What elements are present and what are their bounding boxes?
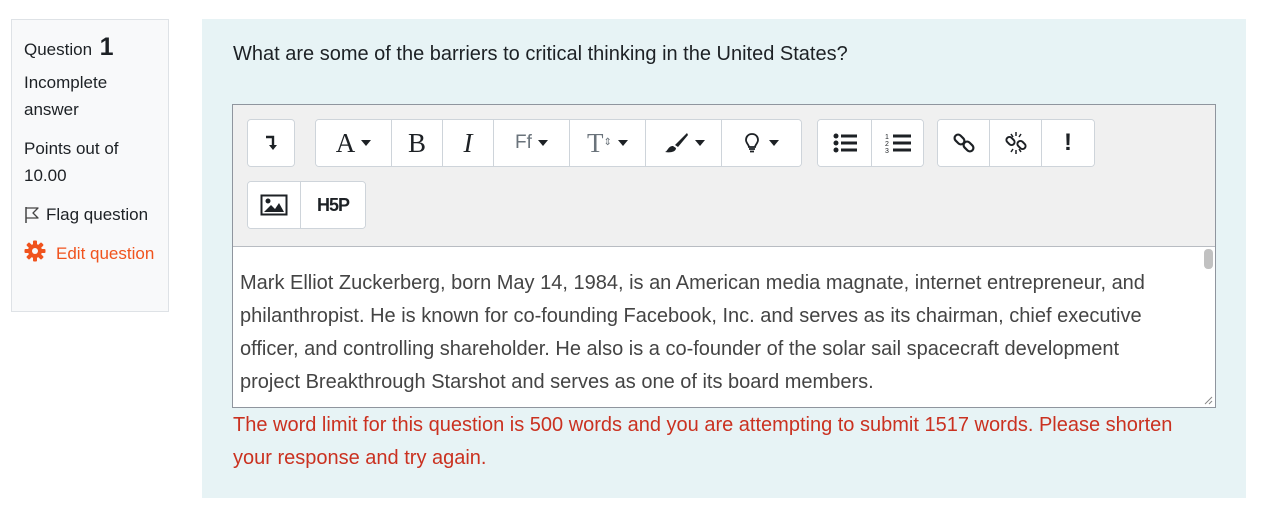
chevron-down-icon (694, 140, 705, 146)
font-family-icon: A (335, 127, 356, 158)
svg-text:2: 2 (885, 141, 889, 148)
ordered-list-button[interactable]: 1 2 3 (872, 120, 923, 166)
chevron-down-icon (537, 140, 548, 146)
question-number-heading: Question 1 (24, 34, 156, 63)
chevron-down-icon (361, 140, 372, 146)
toolbar-group-links: ! (937, 119, 1095, 167)
question-text: What are some of the barriers to critica… (233, 43, 848, 65)
unlink-button[interactable] (990, 120, 1042, 166)
question-formulation: What are some of the barriers to critica… (202, 19, 1246, 498)
bold-icon: B (407, 127, 426, 158)
link-button[interactable] (938, 120, 990, 166)
editor-toolbar: A B I Ff T ⇕ 1 2 3 ! H5P (233, 105, 1215, 247)
edit-question-link[interactable]: Edit question (24, 240, 156, 267)
question-label: Question (24, 40, 93, 59)
question-number: 1 (99, 33, 114, 61)
show-more-icon (266, 135, 277, 150)
answer-textarea[interactable]: Mark Elliot Zuckerberg, born May 14, 198… (233, 247, 1215, 407)
font-size-button[interactable]: T ⇕ (570, 120, 646, 166)
flag-question-button[interactable]: Flag question (24, 201, 156, 228)
link-icon (952, 133, 975, 153)
vertical-scrollbar[interactable] (1204, 249, 1213, 269)
size-arrows-icon: ⇕ (603, 137, 612, 148)
svg-text:1: 1 (885, 134, 889, 141)
accessibility-checker-icon: ! (1064, 129, 1072, 156)
text-editor: A B I Ff T ⇕ 1 2 3 ! H5P Mark Elliot Zuc… (232, 104, 1216, 408)
unordered-list-button[interactable] (818, 120, 872, 166)
h5p-icon: H5P (316, 194, 350, 215)
flag-question-label: Flag question (46, 205, 149, 224)
font-family-button[interactable]: A (316, 120, 392, 166)
flag-icon (25, 206, 39, 223)
toolbar-group-collapse (247, 119, 295, 167)
insert-image-button[interactable] (248, 182, 301, 228)
toolbar-group-style: A B I Ff T ⇕ (315, 119, 802, 167)
question-grade: Points out of 10.00 (24, 139, 119, 185)
show-more-button[interactable] (248, 120, 294, 166)
font-color-button[interactable] (646, 120, 722, 166)
font-button[interactable]: Ff (494, 120, 570, 166)
font-icon: Ff (515, 132, 532, 153)
insert-h5p-button[interactable]: H5P (301, 182, 365, 228)
bold-button[interactable]: B (392, 120, 443, 166)
question-state: Incomplete answer (24, 73, 108, 119)
paint-brush-icon (664, 133, 688, 153)
accessibility-checker-button[interactable]: ! (1042, 120, 1094, 166)
answer-text: Mark Elliot Zuckerberg, born May 14, 198… (240, 272, 1145, 393)
font-size-icon: T (587, 127, 604, 158)
ordered-list-icon: 1 2 3 (885, 134, 911, 154)
italic-button[interactable]: I (443, 120, 494, 166)
svg-text:3: 3 (885, 148, 889, 154)
toolbar-group-lists: 1 2 3 (817, 119, 924, 167)
word-limit-error: The word limit for this question is 500 … (233, 414, 1173, 469)
unlink-icon (1004, 132, 1027, 154)
question-info-panel: Question 1 Incomplete answer Points out … (11, 19, 169, 312)
unordered-list-icon (833, 133, 857, 153)
chevron-down-icon (617, 140, 628, 146)
tips-button[interactable] (722, 120, 801, 166)
italic-icon: I (463, 127, 473, 158)
image-icon (260, 194, 288, 216)
gear-icon (24, 240, 46, 262)
chevron-down-icon (768, 140, 779, 146)
toolbar-group-media: H5P (247, 181, 366, 229)
edit-question-label: Edit question (56, 244, 155, 263)
lightbulb-icon (744, 133, 759, 153)
resize-handle-icon[interactable] (1203, 395, 1213, 405)
